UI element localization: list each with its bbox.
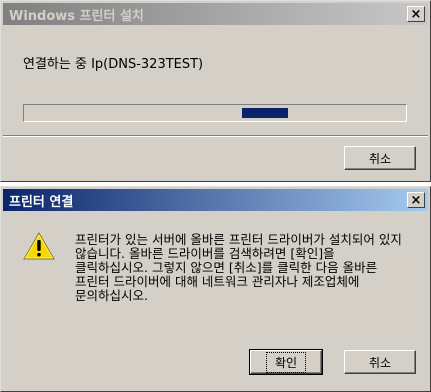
close-icon: × (410, 6, 422, 22)
driver-warning-message: 프린터가 있는 서버에 올바른 프린터 드라이버가 설치되어 있지 않습니다. … (75, 232, 402, 303)
connection-cancel-label: 취소 (368, 355, 392, 370)
printer-connection-dialog: 프린터 연결 × 프린터가 있는 서버에 올바른 프린터 드라이버가 설치되어 … (0, 186, 431, 392)
printer-connection-titlebar[interactable]: 프린터 연결 × (3, 189, 428, 211)
ok-label: 확인 (265, 351, 307, 373)
connection-cancel-button[interactable]: 취소 (344, 350, 416, 374)
printer-setup-title: Windows 프린터 설치 (9, 8, 144, 24)
printer-setup-titlebar[interactable]: Windows 프린터 설치 × (3, 3, 428, 25)
close-icon: × (410, 192, 422, 208)
connection-progress-bar (23, 104, 407, 122)
setup-cancel-label: 취소 (368, 151, 392, 166)
warning-icon (23, 231, 55, 260)
progress-chunk (242, 108, 288, 118)
printer-setup-close-button[interactable]: × (407, 6, 425, 22)
setup-cancel-button[interactable]: 취소 (344, 146, 416, 170)
printer-connection-title: 프린터 연결 (9, 194, 74, 210)
printer-setup-dialog: Windows 프린터 설치 × 연결하는 중 Ip(DNS-323TEST) … (0, 0, 431, 182)
ok-button[interactable]: 확인 (249, 349, 323, 375)
printer-connection-close-button[interactable]: × (407, 192, 425, 208)
connection-status-text: 연결하는 중 Ip(DNS-323TEST) (23, 57, 204, 72)
dialog-separator (3, 135, 428, 137)
